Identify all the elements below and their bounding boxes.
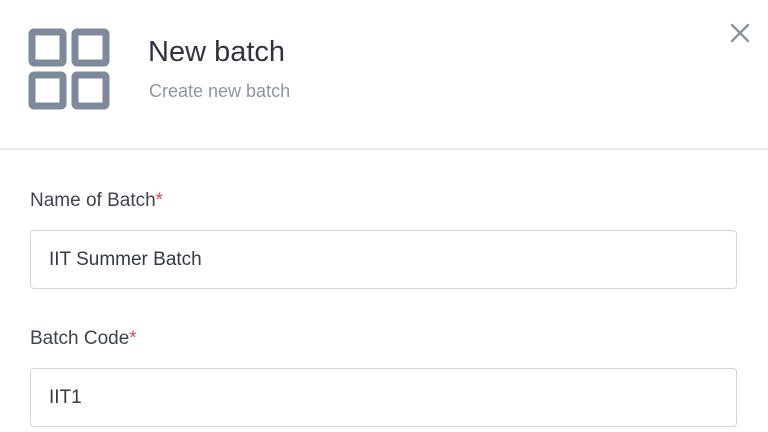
batch-code-label-text: Batch Code [30,328,130,349]
required-asterisk: * [155,190,164,211]
required-asterisk: * [129,328,137,349]
dialog-title: New batch [148,36,286,68]
close-icon[interactable] [727,20,753,46]
batch-code-label: Batch Code* [30,327,137,351]
dialog-header: New batch Create new batch [0,0,768,150]
batch-code-input[interactable] [30,368,737,427]
grid-icon [28,28,110,110]
dialog-subtitle: Create new batch [149,81,291,101]
batch-name-label-text: Name of Batch [30,190,156,211]
close-button[interactable] [727,20,753,46]
new-batch-dialog: New batch Create new batch Name of Batch… [0,0,768,432]
batch-name-input[interactable] [30,230,737,289]
batch-name-label: Name of Batch* [30,189,163,213]
